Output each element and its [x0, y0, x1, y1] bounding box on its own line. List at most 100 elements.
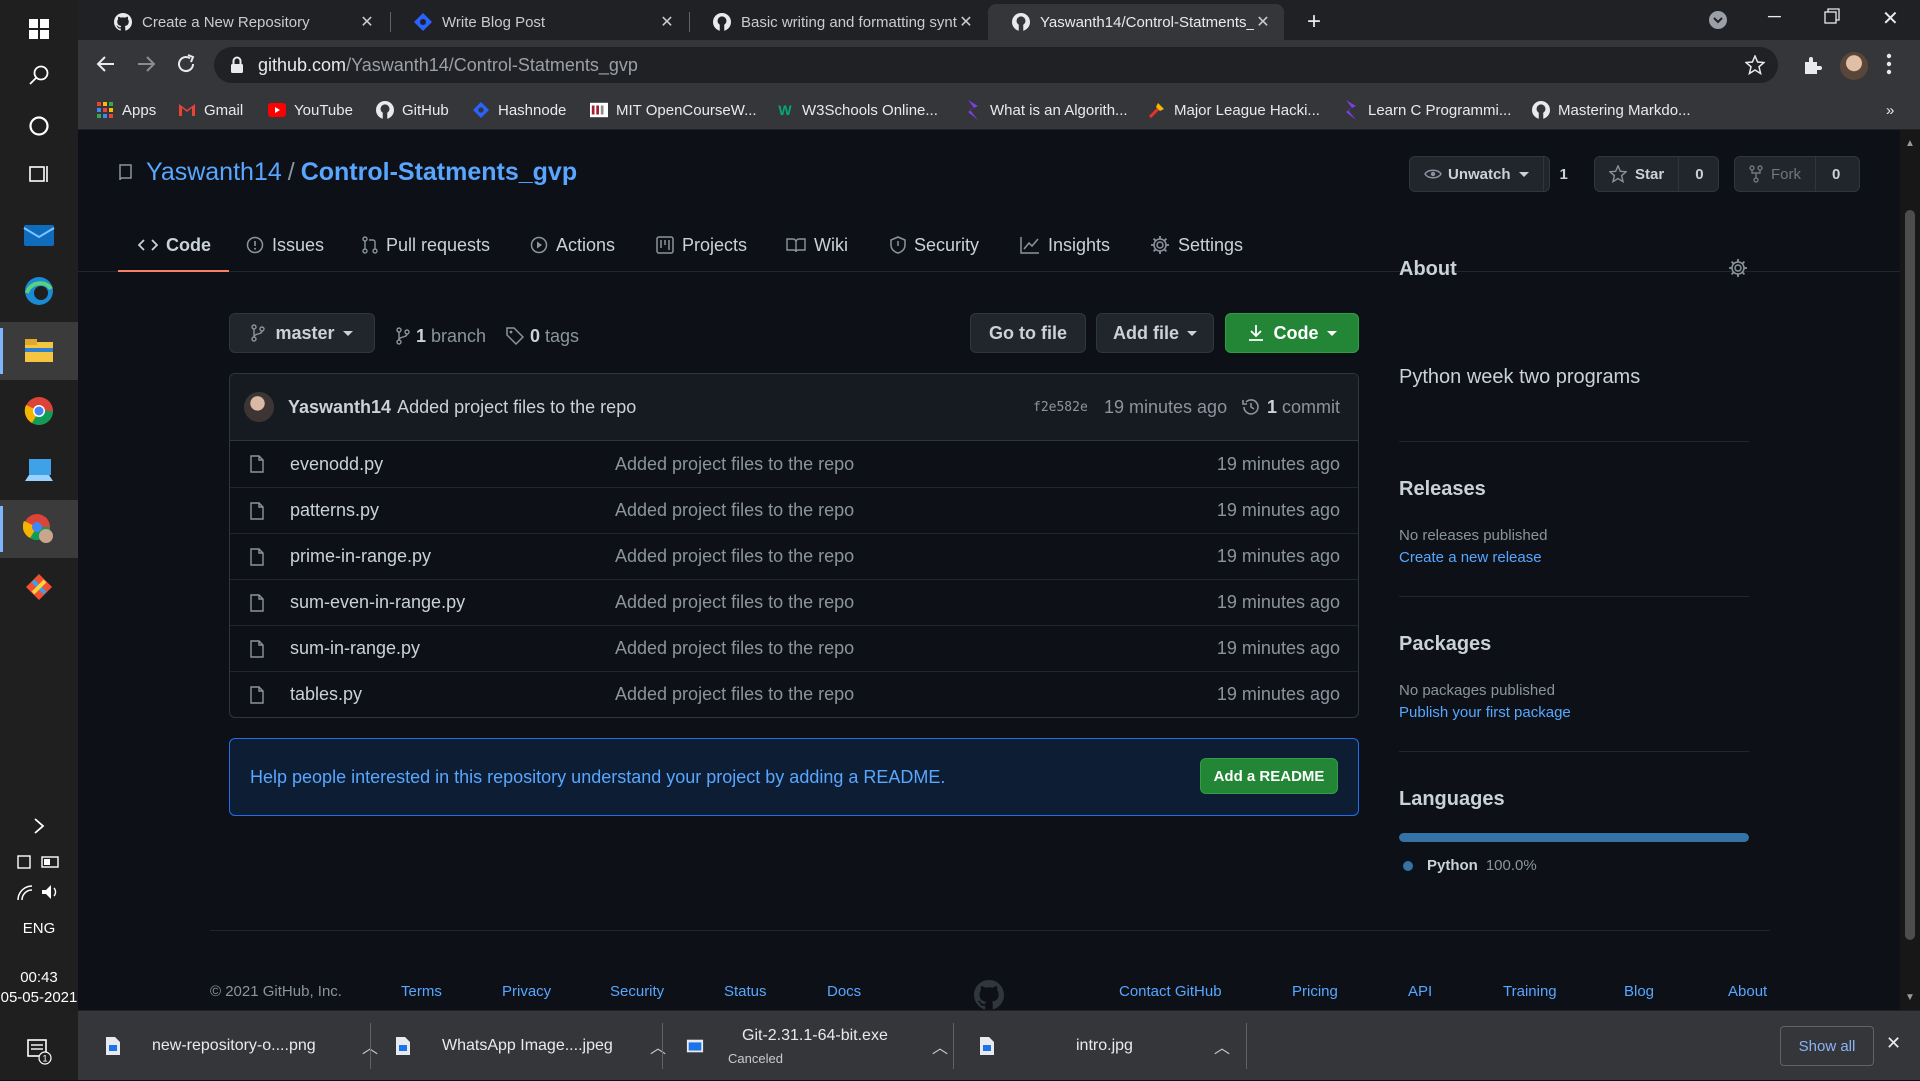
footer-link-pricing[interactable]: Pricing [1292, 983, 1338, 1000]
close-window-icon[interactable]: ✕ [1882, 6, 1899, 31]
restore-icon[interactable] [1824, 8, 1840, 24]
commit-message[interactable]: Added project files to the repo [397, 397, 636, 418]
edge-icon[interactable] [0, 262, 78, 320]
bookmark-algorithm[interactable]: What is an Algorith... [964, 98, 1128, 122]
file-commit-message[interactable]: Added project files to the repo [615, 592, 854, 613]
address-bar[interactable]: github.com/Yaswanth14/Control-Statments_… [214, 47, 1778, 83]
branch-select-button[interactable]: master [229, 313, 375, 353]
chrome-menu-icon[interactable] [1886, 52, 1892, 76]
file-explorer-icon[interactable] [0, 322, 78, 380]
network-volume-icons[interactable] [0, 872, 78, 912]
tab-basic-writing[interactable]: Basic writing and formatting synt ✕ [689, 4, 987, 40]
tab-create-repository[interactable]: Create a New Repository ✕ [90, 4, 388, 40]
file-name[interactable]: tables.py [290, 684, 362, 705]
tab-write-blog-post[interactable]: Write Blog Post ✕ [390, 4, 688, 40]
tab-insights[interactable]: Insights [1020, 218, 1110, 272]
chevron-up-icon[interactable]: ︿ [932, 1034, 948, 1058]
bookmark-learn-c[interactable]: Learn C Programmi... [1342, 98, 1511, 122]
publish-package-link[interactable]: Publish your first package [1399, 704, 1571, 721]
download-item[interactable]: WhatsApp Image....jpeg ︿ [394, 1011, 666, 1081]
footer-link-privacy[interactable]: Privacy [502, 983, 551, 1000]
bookmark-star-icon[interactable] [1745, 55, 1765, 75]
tab-search-icon[interactable] [1708, 10, 1728, 30]
reload-icon[interactable] [174, 52, 198, 76]
language-indicator[interactable]: ENG [0, 920, 78, 937]
file-commit-message[interactable]: Added project files to the repo [615, 546, 854, 567]
watch-count[interactable]: 1 [1544, 166, 1584, 183]
footer-link-security[interactable]: Security [610, 983, 664, 1000]
extensions-icon[interactable] [1802, 54, 1824, 76]
task-view-icon[interactable] [0, 145, 78, 203]
file-name[interactable]: patterns.py [290, 500, 379, 521]
footer-link-training[interactable]: Training [1503, 983, 1557, 1000]
about-settings-gear-icon[interactable] [1728, 258, 1748, 278]
packages-heading[interactable]: Packages [1399, 633, 1491, 656]
notification-center-icon[interactable]: 1 [0, 1022, 78, 1080]
chevron-up-icon[interactable]: ︿ [1214, 1034, 1230, 1058]
bookmark-gmail[interactable]: Gmail [178, 98, 243, 122]
forward-icon[interactable] [134, 52, 158, 76]
footer-link-contact[interactable]: Contact GitHub [1119, 983, 1222, 1000]
file-commit-message[interactable]: Added project files to the repo [615, 454, 854, 475]
bookmark-hashnode[interactable]: Hashnode [472, 98, 566, 122]
chrome-profile-icon[interactable] [0, 500, 78, 558]
file-name[interactable]: sum-in-range.py [290, 638, 420, 659]
commit-author[interactable]: Yaswanth14 [288, 397, 391, 418]
scrollbar-thumb[interactable] [1905, 210, 1915, 940]
chevron-right-icon[interactable] [0, 806, 78, 846]
tab-actions[interactable]: Actions [530, 218, 615, 272]
bookmark-w3schools[interactable]: W W3Schools Online... [776, 98, 938, 122]
add-readme-button[interactable]: Add a README [1200, 758, 1338, 794]
bookmarks-overflow-icon[interactable]: » [1886, 98, 1894, 122]
file-row[interactable]: evenodd.py Added project files to the re… [230, 441, 1358, 487]
minimize-icon[interactable]: ─ [1768, 6, 1781, 27]
commit-history-link[interactable]: 1 commit [1241, 397, 1340, 418]
file-name[interactable]: evenodd.py [290, 454, 383, 475]
new-tab-button[interactable]: + [1300, 8, 1328, 36]
bookmark-github[interactable]: GitHub [376, 98, 449, 122]
download-item[interactable]: new-repository-o....png ︿ [104, 1011, 378, 1081]
file-row[interactable]: sum-even-in-range.py Added project files… [230, 579, 1358, 625]
repo-name-link[interactable]: Control-Statments_gvp [301, 158, 577, 187]
footer-link-docs[interactable]: Docs [827, 983, 861, 1000]
close-shelf-icon[interactable]: ✕ [1886, 1033, 1901, 1054]
download-item[interactable]: Git-2.31.1-64-bit.exe Canceled ︿ [686, 1011, 956, 1081]
file-row[interactable]: prime-in-range.py Added project files to… [230, 533, 1358, 579]
footer-link-about[interactable]: About [1728, 983, 1767, 1000]
commit-sha[interactable]: f2e582e [1033, 400, 1088, 415]
unwatch-button[interactable]: Unwatch 1 [1409, 156, 1568, 192]
scroll-up-icon[interactable]: ▲ [1905, 138, 1915, 149]
create-release-link[interactable]: Create a new release [1399, 549, 1542, 566]
file-commit-message[interactable]: Added project files to the repo [615, 638, 854, 659]
code-download-button[interactable]: Code [1225, 313, 1359, 353]
chrome-icon[interactable] [0, 382, 78, 440]
footer-link-blog[interactable]: Blog [1624, 983, 1654, 1000]
lock-icon[interactable] [230, 56, 244, 74]
tab-projects[interactable]: Projects [656, 218, 747, 272]
close-icon[interactable]: ✕ [658, 13, 676, 31]
bookmark-youtube[interactable]: YouTube [268, 98, 353, 122]
star-count[interactable]: 0 [1679, 166, 1719, 183]
close-icon[interactable]: ✕ [1254, 13, 1272, 31]
footer-link-status[interactable]: Status [724, 983, 767, 1000]
close-icon[interactable]: ✕ [358, 13, 376, 31]
close-icon[interactable]: ✕ [957, 13, 975, 31]
footer-link-terms[interactable]: Terms [401, 983, 442, 1000]
show-all-downloads-button[interactable]: Show all [1780, 1026, 1874, 1066]
tab-security[interactable]: Security [890, 218, 979, 272]
tab-code[interactable]: Code [118, 218, 229, 272]
tab-issues[interactable]: Issues [246, 218, 324, 272]
star-button[interactable]: Star 0 [1594, 156, 1719, 192]
fork-count[interactable]: 0 [1816, 166, 1856, 183]
file-commit-message[interactable]: Added project files to the repo [615, 684, 854, 705]
add-file-button[interactable]: Add file [1096, 313, 1214, 353]
branches-link[interactable]: 1 branch [396, 324, 486, 348]
download-item[interactable]: intro.jpg ︿ [978, 1011, 1248, 1081]
fork-main[interactable]: Fork [1735, 157, 1816, 191]
go-to-file-button[interactable]: Go to file [970, 313, 1086, 353]
bookmark-markdown[interactable]: Mastering Markdo... [1532, 98, 1691, 122]
language-item[interactable]: Python 100.0% [1403, 857, 1537, 874]
file-name[interactable]: sum-even-in-range.py [290, 592, 465, 613]
tags-link[interactable]: 0 tags [506, 324, 579, 348]
tab-settings[interactable]: Settings [1150, 218, 1243, 272]
